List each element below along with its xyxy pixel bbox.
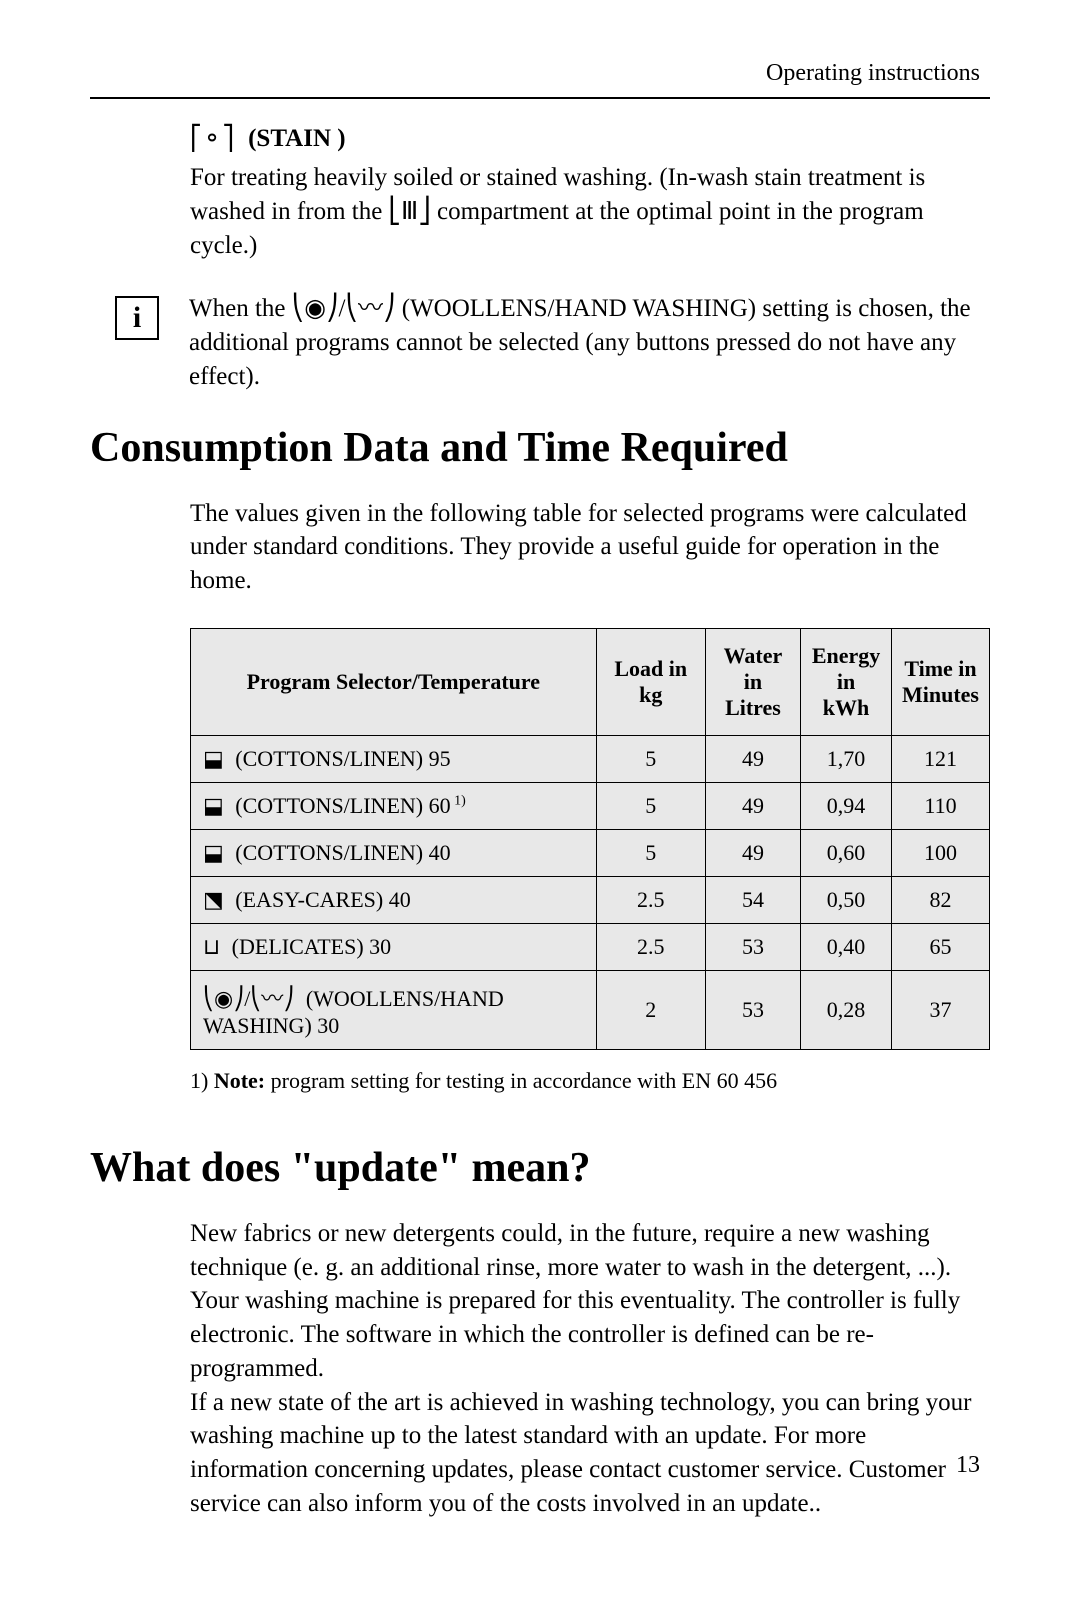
header-operating-instructions: Operating instructions — [90, 60, 990, 87]
program-sup: 1) — [451, 793, 466, 808]
info-note-row: i When the ⎝◉⎠/⎝〰⎠ (WOOLLENS/HAND WASHIN… — [90, 292, 990, 393]
program-icon: ⬓ — [203, 746, 224, 772]
stain-label: (STAIN ) — [248, 125, 345, 153]
stain-body: For treating heavily soiled or stained w… — [190, 161, 990, 262]
load-cell: 2.5 — [596, 923, 705, 970]
info-icon: i — [133, 301, 141, 335]
footnote-text: program setting for testing in accordanc… — [265, 1068, 777, 1093]
program-icon: ⊔ — [203, 934, 220, 960]
water-cell: 53 — [705, 970, 800, 1049]
table-row: ⊔ (DELICATES) 302.5530,4065 — [191, 923, 990, 970]
energy-cell: 0,50 — [801, 876, 892, 923]
footnote-prefix: 1) — [190, 1068, 214, 1093]
table-row: ⬓ (COTTONS/LINEN) 405490,60100 — [191, 829, 990, 876]
table-row: ⎝◉⎠/⎝〰⎠ (WOOLLENS/HAND WASHING) 302530,2… — [191, 970, 990, 1049]
consumption-intro-wrap: The values given in the following table … — [190, 497, 990, 598]
col-time: Time in Minutes — [891, 628, 989, 735]
col-energy: Energy in kWh — [801, 628, 892, 735]
update-p2: Your washing machine is prepared for thi… — [190, 1284, 990, 1385]
program-cell: ⬔ (EASY-CARES) 40 — [191, 876, 597, 923]
col-energy-l1: Energy — [812, 643, 880, 668]
program-label: (COTTONS/LINEN) 40 — [230, 840, 451, 865]
update-p1: New fabrics or new detergents could, in … — [190, 1217, 990, 1285]
page-number: 13 — [956, 1452, 980, 1479]
col-water-l1: Water — [724, 643, 783, 668]
table-header-row: Program Selector/Temperature Load in kg … — [191, 628, 990, 735]
load-cell: 5 — [596, 829, 705, 876]
time-cell: 65 — [891, 923, 989, 970]
table-row: ⬔ (EASY-CARES) 402.5540,5082 — [191, 876, 990, 923]
col-time-l1: Time in — [904, 656, 976, 681]
program-cell: ⬓ (COTTONS/LINEN) 40 — [191, 829, 597, 876]
consumption-table: Program Selector/Temperature Load in kg … — [190, 628, 990, 1050]
water-cell: 49 — [705, 782, 800, 829]
water-cell: 54 — [705, 876, 800, 923]
table-row: ⬓ (COTTONS/LINEN) 955491,70121 — [191, 735, 990, 782]
update-heading: What does "update" mean? — [90, 1144, 990, 1192]
col-water-l2: in Litres — [725, 669, 781, 720]
update-body: New fabrics or new detergents could, in … — [190, 1217, 990, 1521]
energy-cell: 0,28 — [801, 970, 892, 1049]
time-cell: 110 — [891, 782, 989, 829]
header-divider — [90, 97, 990, 99]
energy-cell: 0,60 — [801, 829, 892, 876]
energy-cell: 1,70 — [801, 735, 892, 782]
load-cell: 2 — [596, 970, 705, 1049]
water-cell: 49 — [705, 735, 800, 782]
info-note-text: When the ⎝◉⎠/⎝〰⎠ (WOOLLENS/HAND WASHING)… — [189, 292, 990, 393]
program-icon: ⬓ — [203, 793, 224, 819]
program-icon: ⬔ — [203, 887, 224, 913]
col-water: Water in Litres — [705, 628, 800, 735]
col-program: Program Selector/Temperature — [191, 628, 597, 735]
program-label: (EASY-CARES) 40 — [230, 887, 411, 912]
water-cell: 53 — [705, 923, 800, 970]
program-cell: ⎝◉⎠/⎝〰⎠ (WOOLLENS/HAND WASHING) 30 — [191, 970, 597, 1049]
time-cell: 100 — [891, 829, 989, 876]
col-load: Load in kg — [596, 628, 705, 735]
load-cell: 2.5 — [596, 876, 705, 923]
time-cell: 121 — [891, 735, 989, 782]
table-row: ⬓ (COTTONS/LINEN) 60 1)5490,94110 — [191, 782, 990, 829]
program-icon: ⎝◉⎠/⎝〰⎠ — [203, 981, 294, 1013]
energy-cell: 0,94 — [801, 782, 892, 829]
program-icon: ⬓ — [203, 840, 224, 866]
energy-cell: 0,40 — [801, 923, 892, 970]
water-cell: 49 — [705, 829, 800, 876]
stain-section: ⎡⚬⎤ (STAIN ) For treating heavily soiled… — [190, 124, 990, 262]
col-time-l2: Minutes — [902, 682, 979, 707]
consumption-table-wrap: Program Selector/Temperature Load in kg … — [190, 628, 990, 1050]
info-icon-box: i — [115, 296, 159, 340]
col-energy-l2: in kWh — [823, 669, 869, 720]
program-label: (DELICATES) 30 — [226, 934, 391, 959]
consumption-heading: Consumption Data and Time Required — [90, 424, 990, 472]
time-cell: 82 — [891, 876, 989, 923]
load-cell: 5 — [596, 782, 705, 829]
footnote-bold: Note: — [214, 1068, 265, 1093]
program-cell: ⬓ (COTTONS/LINEN) 60 1) — [191, 782, 597, 829]
update-p3: If a new state of the art is achieved in… — [190, 1386, 990, 1521]
consumption-intro: The values given in the following table … — [190, 497, 990, 598]
program-cell: ⊔ (DELICATES) 30 — [191, 923, 597, 970]
program-label: (COTTONS/LINEN) 95 — [230, 746, 451, 771]
load-cell: 5 — [596, 735, 705, 782]
program-cell: ⬓ (COTTONS/LINEN) 95 — [191, 735, 597, 782]
table-footnote: 1) Note: program setting for testing in … — [190, 1068, 990, 1094]
program-label: (COTTONS/LINEN) 60 — [230, 793, 451, 818]
time-cell: 37 — [891, 970, 989, 1049]
stain-icon: ⎡⚬⎤ — [190, 124, 234, 153]
